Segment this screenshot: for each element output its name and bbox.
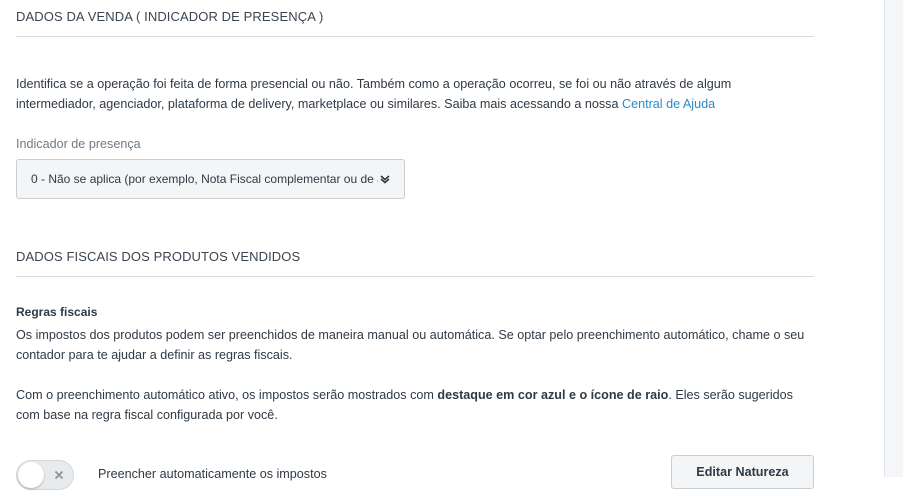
- auto-fill-text-before: Com o preenchimento automático ativo, os…: [16, 388, 438, 402]
- auto-fill-toggle-label: Preencher automaticamente os impostos: [98, 467, 327, 481]
- fiscal-section-title: DADOS FISCAIS DOS PRODUTOS VENDIDOS: [16, 249, 301, 264]
- help-center-link[interactable]: Central de Ajuda: [622, 97, 715, 111]
- fiscal-section-divider: [16, 276, 814, 277]
- auto-fill-text-highlight: destaque em cor azul e o ícone de raio: [437, 388, 669, 402]
- toggle-knob: [18, 462, 44, 488]
- chevron-down-icon: [380, 175, 390, 184]
- sales-description: Identifica se a operação foi feita de fo…: [16, 74, 814, 114]
- presence-indicator-value: 0 - Não se aplica (por exemplo, Nota Fis…: [31, 172, 378, 186]
- edit-nature-button[interactable]: Editar Natureza: [671, 455, 814, 489]
- presence-indicator-label: Indicador de presença: [16, 137, 141, 151]
- presence-indicator-select[interactable]: 0 - Não se aplica (por exemplo, Nota Fis…: [16, 159, 405, 199]
- right-side-panel: [884, 0, 903, 477]
- fiscal-rules-description: Os impostos dos produtos podem ser preen…: [16, 328, 805, 362]
- fiscal-rules-title: Regras fiscais: [16, 305, 98, 319]
- sales-section-divider: [16, 36, 814, 37]
- close-icon: [54, 470, 64, 480]
- auto-fill-description: Com o preenchimento automático ativo, os…: [16, 385, 814, 425]
- auto-fill-toggle[interactable]: [16, 460, 74, 490]
- sales-section-title: DADOS DA VENDA ( INDICADOR DE PRESENÇA ): [16, 9, 324, 24]
